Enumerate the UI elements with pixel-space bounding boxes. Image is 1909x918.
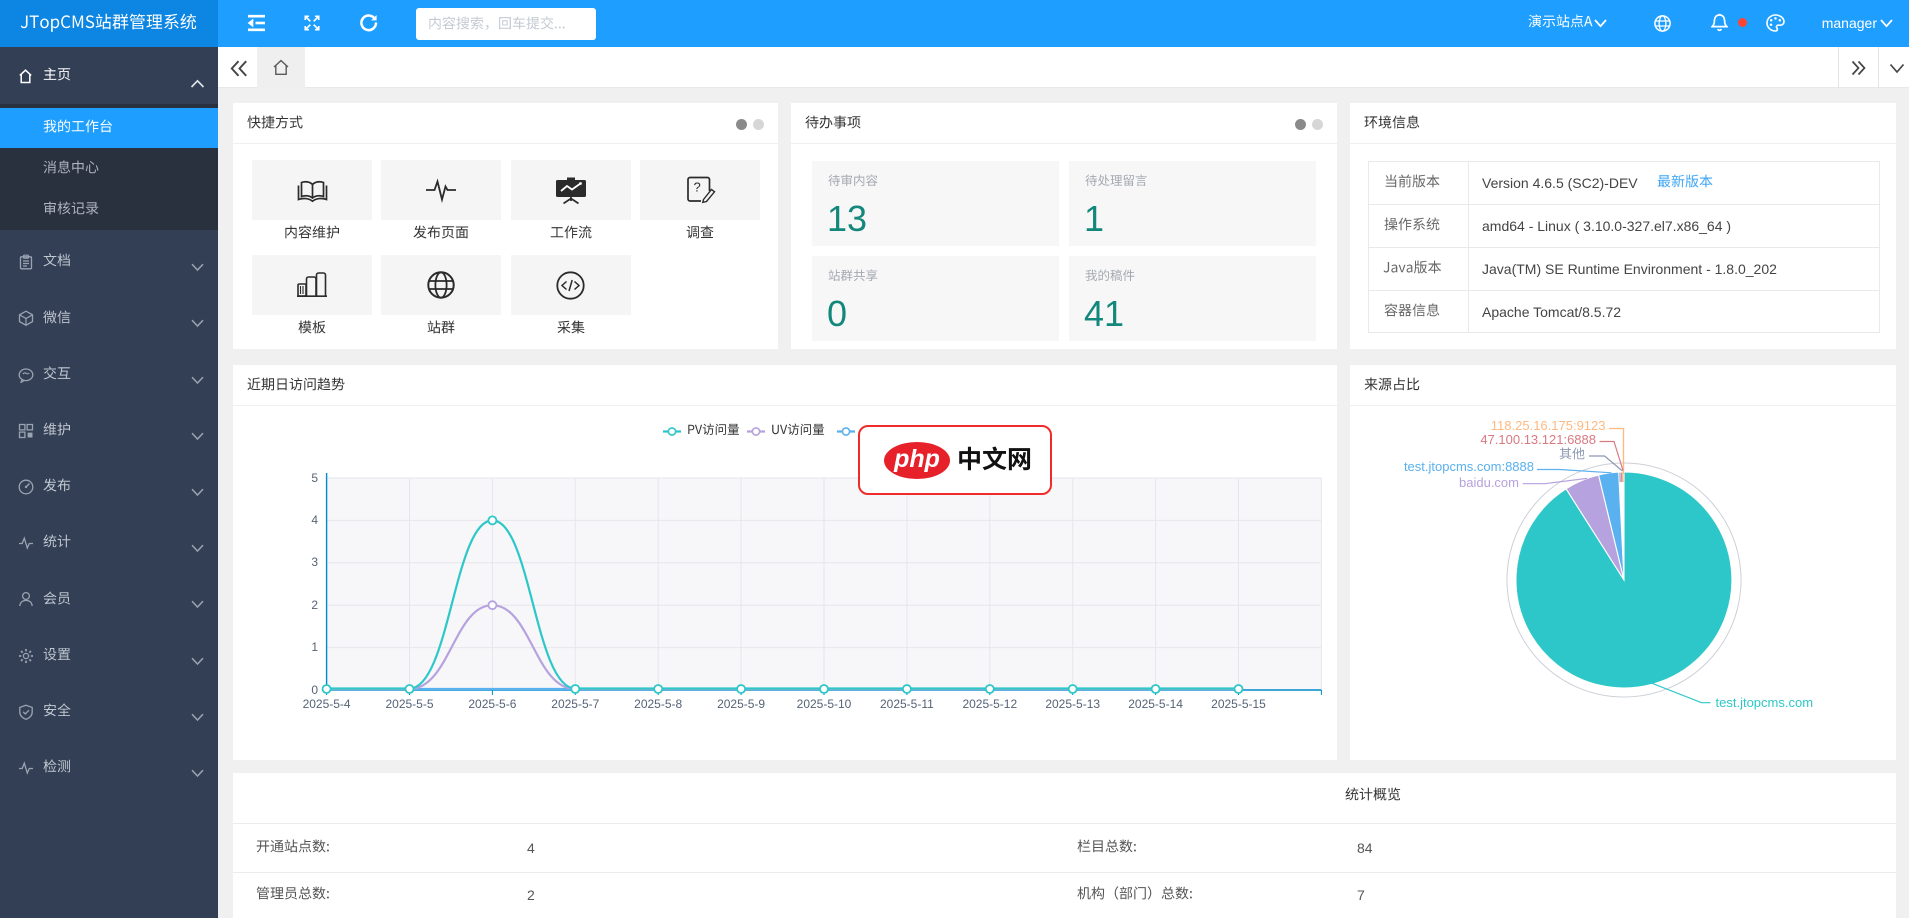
svg-text:?: ? [693, 180, 700, 195]
